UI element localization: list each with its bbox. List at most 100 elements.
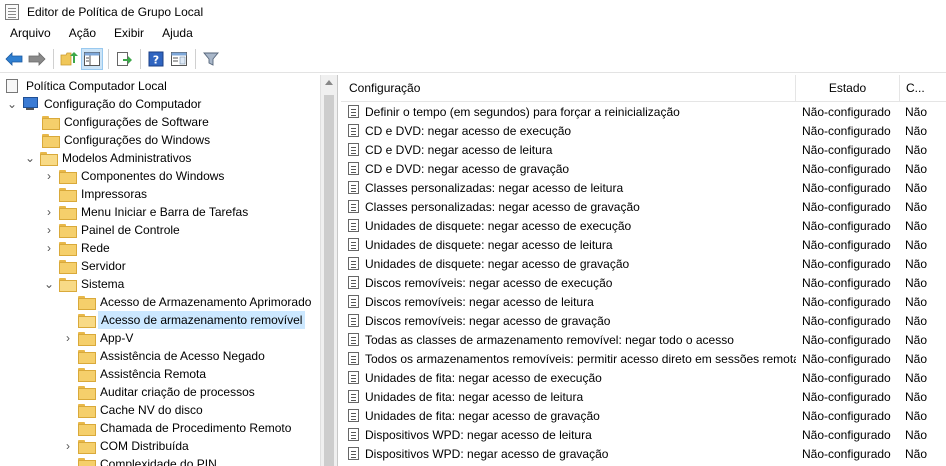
tree-item-network[interactable]: › Rede — [43, 239, 112, 257]
chevron-down-icon[interactable]: ⌄ — [6, 97, 18, 111]
chevron-down-icon[interactable]: ⌄ — [43, 277, 55, 291]
tree-item-access-denied[interactable]: Assistência de Acesso Negado — [78, 347, 267, 365]
folder-icon — [78, 296, 96, 310]
setting-comment: Não — [905, 104, 928, 119]
list-item[interactable]: Unidades de fita: negar acesso de gravaç… — [341, 406, 946, 425]
list-item[interactable]: Unidades de fita: negar acesso de execuç… — [341, 368, 946, 387]
tree-item-system[interactable]: ⌄ Sistema — [43, 275, 126, 293]
list-item[interactable]: CD e DVD: negar acesso de leitura Não-co… — [341, 140, 946, 159]
menu-acao[interactable]: Ação — [59, 23, 104, 44]
list-item[interactable]: CD e DVD: negar acesso de gravação Não-c… — [341, 159, 946, 178]
folder-icon — [42, 116, 60, 130]
tree-item-label: Assistência Remota — [100, 367, 207, 381]
tree-item-enhanced-storage[interactable]: Acesso de Armazenamento Aprimorado — [78, 293, 313, 311]
tree-item-removable-storage[interactable]: Acesso de armazenamento removível — [78, 311, 306, 329]
setting-comment: Não — [905, 199, 928, 214]
chevron-right-icon[interactable]: › — [62, 439, 74, 453]
back-button[interactable] — [3, 48, 25, 70]
export-list-button[interactable] — [113, 48, 135, 70]
chevron-down-icon[interactable]: ⌄ — [24, 151, 36, 165]
help-button[interactable]: ? — [145, 48, 167, 70]
tree-item-label: Servidor — [81, 259, 126, 273]
tree-item-remote-assistance[interactable]: Assistência Remota — [78, 365, 208, 383]
policy-setting-icon — [348, 390, 359, 403]
up-one-level-button[interactable] — [58, 48, 80, 70]
tree-item-server[interactable]: Servidor — [59, 257, 128, 275]
setting-comment: Não — [905, 427, 928, 442]
list-item[interactable]: Todos os armazenamentos removíveis: perm… — [341, 349, 946, 368]
list-item[interactable]: Unidades de fita: negar acesso de leitur… — [341, 387, 946, 406]
tree-item-pin-complexity[interactable]: Complexidade do PIN — [78, 455, 219, 466]
policy-document-icon — [6, 79, 18, 93]
list-item[interactable]: Classes personalizadas: negar acesso de … — [341, 178, 946, 197]
tree-item-admin-templates[interactable]: ⌄ Modelos Administrativos — [24, 149, 193, 167]
list-item[interactable]: Todas as classes de armazenamento removí… — [341, 330, 946, 349]
list-item[interactable]: Discos removíveis: negar acesso de leitu… — [341, 292, 946, 311]
list-item[interactable]: Dispositivos WPD: negar acesso de leitur… — [341, 425, 946, 444]
tree-item-control-panel[interactable]: › Painel de Controle — [43, 221, 182, 239]
setting-comment: Não — [905, 161, 928, 176]
tree-item-label: Rede — [81, 241, 110, 255]
list-item[interactable]: Unidades de disquete: negar acesso de gr… — [341, 254, 946, 273]
setting-comment: Não — [905, 142, 928, 157]
list-item[interactable]: Definir o tempo (em segundos) para força… — [341, 102, 946, 121]
tree-item-distributed-com[interactable]: › COM Distribuída — [62, 437, 191, 455]
tree-item-root[interactable]: Política Computador Local — [6, 77, 169, 95]
policy-setting-icon — [348, 371, 359, 384]
list-item[interactable]: Unidades de disquete: negar acesso de ex… — [341, 216, 946, 235]
tree-item-process-creation[interactable]: Auditar criação de processos — [78, 383, 257, 401]
folder-open-icon — [59, 278, 77, 292]
chevron-right-icon[interactable]: › — [43, 241, 55, 255]
policy-setting-icon — [348, 276, 359, 289]
tree-item-windows-components[interactable]: › Componentes do Windows — [43, 167, 226, 185]
scrollbar-thumb[interactable] — [324, 95, 334, 466]
setting-state: Não-configurado — [802, 218, 891, 233]
menu-exibir[interactable]: Exibir — [104, 23, 152, 44]
tree-item-windows-settings[interactable]: Configurações do Windows — [42, 131, 212, 149]
chevron-right-icon[interactable]: › — [43, 169, 55, 183]
menu-ajuda[interactable]: Ajuda — [152, 23, 201, 44]
policy-setting-icon — [348, 162, 359, 175]
tree-item-software-settings[interactable]: Configurações de Software — [42, 113, 211, 131]
scroll-up-arrow-icon[interactable] — [325, 80, 333, 85]
column-header-state[interactable]: Estado — [796, 75, 900, 102]
setting-name: Discos removíveis: negar acesso de execu… — [365, 275, 613, 290]
chevron-right-icon[interactable]: › — [43, 205, 55, 219]
tree-item-label: Menu Iniciar e Barra de Tarefas — [81, 205, 249, 219]
policy-setting-icon — [348, 428, 359, 441]
chevron-right-icon[interactable]: › — [62, 331, 74, 345]
tree-item-rpc[interactable]: Chamada de Procedimento Remoto — [78, 419, 293, 437]
tree-item-disk-nv-cache[interactable]: Cache NV do disco — [78, 401, 205, 419]
setting-state: Não-configurado — [802, 313, 891, 328]
tree-item-app-v[interactable]: › App-V — [62, 329, 135, 347]
tree-vertical-scrollbar[interactable] — [320, 75, 337, 466]
tree-item-label: Sistema — [81, 277, 125, 291]
forward-button[interactable] — [26, 48, 48, 70]
show-hide-tree-button[interactable] — [81, 47, 103, 70]
menu-arquivo[interactable]: Arquivo — [0, 23, 59, 44]
list-item[interactable]: Unidades de disquete: negar acesso de le… — [341, 235, 946, 254]
list-item[interactable]: Discos removíveis: negar acesso de execu… — [341, 273, 946, 292]
list-item[interactable]: CD e DVD: negar acesso de execução Não-c… — [341, 121, 946, 140]
chevron-right-icon[interactable]: › — [43, 223, 55, 237]
back-arrow-icon — [5, 51, 23, 66]
tree-item-computer-config[interactable]: ⌄ Configuração do Computador — [6, 95, 203, 113]
folder-icon — [78, 422, 96, 436]
column-header-comment[interactable]: C... — [900, 75, 946, 102]
column-header-setting[interactable]: Configuração — [341, 75, 796, 102]
computer-icon — [22, 97, 38, 111]
setting-state: Não-configurado — [802, 427, 891, 442]
properties-view-button[interactable] — [168, 48, 190, 70]
tree-item-printers[interactable]: Impressoras — [59, 185, 149, 203]
folder-icon — [59, 242, 77, 256]
setting-name: Dispositivos WPD: negar acesso de gravaç… — [365, 446, 609, 461]
list-item[interactable]: Discos removíveis: negar acesso de grava… — [341, 311, 946, 330]
properties-view-icon — [171, 51, 187, 66]
tree-item-label: Acesso de Armazenamento Aprimorado — [100, 295, 312, 309]
folder-icon — [78, 440, 96, 454]
setting-comment: Não — [905, 370, 928, 385]
list-item[interactable]: Dispositivos WPD: negar acesso de gravaç… — [341, 444, 946, 463]
list-item[interactable]: Classes personalizadas: negar acesso de … — [341, 197, 946, 216]
filter-button[interactable] — [200, 48, 222, 70]
tree-item-start-menu[interactable]: › Menu Iniciar e Barra de Tarefas — [43, 203, 250, 221]
